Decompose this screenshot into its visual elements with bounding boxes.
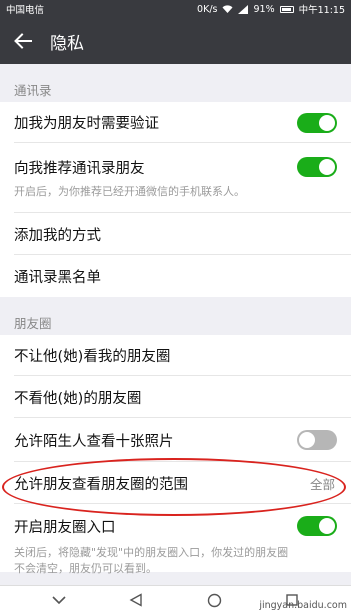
moments-entry-row: 开启朋友圈入口 关闭后，将隐藏"发现"中的朋友圈入口，你发过的朋友圈不会清空，朋… xyxy=(0,504,351,575)
hide-their-moments-row[interactable]: 不看他(她)的朋友圈 xyxy=(0,376,351,418)
app-bar: 隐私 xyxy=(0,18,351,64)
verify-on-add-row: 加我为朋友时需要验证 xyxy=(0,102,351,143)
toggle-knob xyxy=(319,114,335,131)
section-header-moments: 朋友圈 xyxy=(0,297,351,335)
page-title: 隐私 xyxy=(50,33,84,54)
back-triangle-icon[interactable] xyxy=(129,593,143,607)
toggle-knob xyxy=(319,518,335,534)
back-button[interactable] xyxy=(0,18,46,64)
toggle-knob xyxy=(319,159,335,175)
battery-percent: 91% xyxy=(253,3,275,15)
toggle-knob xyxy=(299,432,315,448)
status-bar: 中国电信 0K/s 91% 中午11:15 xyxy=(0,0,351,18)
verify-on-add-toggle[interactable] xyxy=(297,112,337,133)
wifi-icon xyxy=(222,4,233,13)
stranger-ten-photos-toggle[interactable] xyxy=(297,430,337,450)
settings-list: 通讯录 加我为朋友时需要验证 向我推荐通讯录朋友 开启后，为你推荐已经开通微信的… xyxy=(0,64,351,585)
chevron-down-icon[interactable] xyxy=(52,595,66,605)
moments-visible-range-row[interactable]: 允许朋友查看朋友圈的范围 全部 xyxy=(0,462,351,504)
moments-entry-label: 开启朋友圈入口 xyxy=(14,520,116,536)
hide-their-moments-label: 不看他(她)的朋友圈 xyxy=(14,390,142,407)
carrier-label: 中国电信 xyxy=(6,5,45,16)
arrow-left-icon xyxy=(14,33,32,49)
recommend-contacts-row: 向我推荐通讯录朋友 开启后，为你推荐已经开通微信的手机联系人。 xyxy=(0,143,351,213)
recommend-contacts-label: 向我推荐通讯录朋友 xyxy=(14,161,145,177)
contacts-blacklist-label: 通讯录黑名单 xyxy=(14,269,101,286)
signal-icon xyxy=(238,4,249,14)
moments-entry-desc: 关闭后，将隐藏"发现"中的朋友圈入口，你发过的朋友圈不会清空，朋友仍可以看到。 xyxy=(14,546,289,575)
verify-on-add-label: 加我为朋友时需要验证 xyxy=(14,116,159,132)
hide-my-moments-row[interactable]: 不让他(她)看我的朋友圈 xyxy=(0,335,351,376)
moments-visible-range-label: 允许朋友查看朋友圈的范围 xyxy=(14,476,188,493)
add-me-methods-label: 添加我的方式 xyxy=(14,227,101,244)
status-indicators: 0K/s 91% 中午11:15 xyxy=(197,2,345,17)
add-me-methods-row[interactable]: 添加我的方式 xyxy=(0,213,351,255)
section-header-contacts: 通讯录 xyxy=(0,64,351,102)
network-speed: 0K/s xyxy=(197,3,218,15)
recommend-contacts-toggle[interactable] xyxy=(297,157,337,177)
clock: 中午11:15 xyxy=(298,5,345,16)
stranger-ten-photos-row: 允许陌生人查看十张照片 xyxy=(0,418,351,462)
moments-visible-range-value: 全部 xyxy=(309,476,335,492)
stranger-ten-photos-label: 允许陌生人查看十张照片 xyxy=(14,433,174,450)
battery-icon xyxy=(279,5,294,13)
moments-entry-toggle[interactable] xyxy=(297,516,337,536)
contacts-blacklist-row[interactable]: 通讯录黑名单 xyxy=(0,255,351,297)
watermark: jingyan.baidu.com xyxy=(259,600,347,611)
home-circle-icon[interactable] xyxy=(207,593,222,608)
hide-my-moments-label: 不让他(她)看我的朋友圈 xyxy=(14,349,171,365)
recommend-contacts-desc: 开启后，为你推荐已经开通微信的手机联系人。 xyxy=(14,185,245,198)
